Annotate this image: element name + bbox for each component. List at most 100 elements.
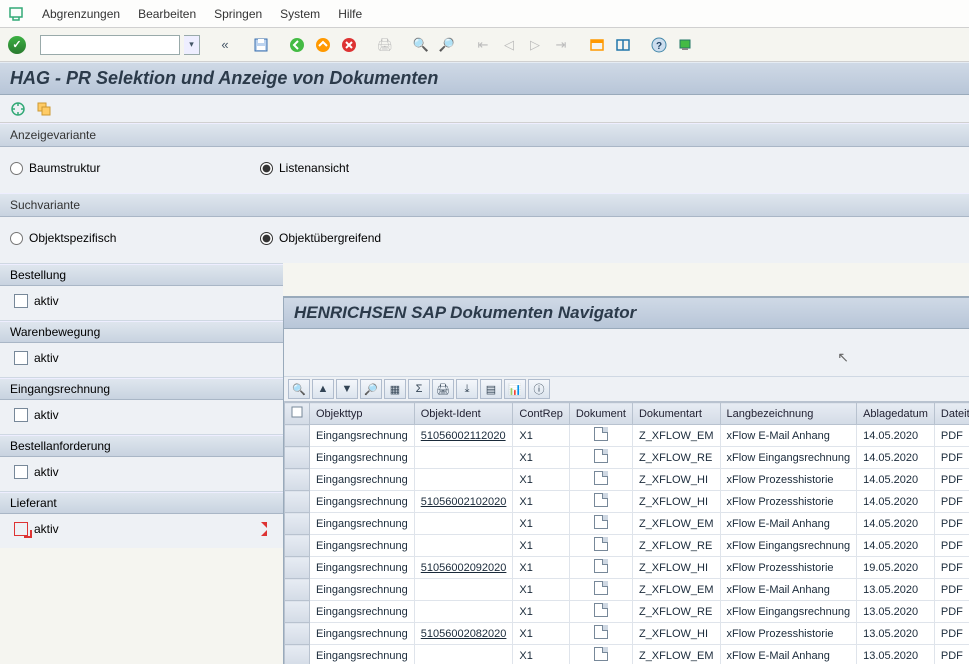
col-objekttyp[interactable]: Objekttyp: [310, 403, 415, 425]
navigator-grid[interactable]: Objekttyp Objekt-Ident ContRep Dokument …: [284, 402, 969, 664]
radio-objektuebergreifend-input[interactable]: [260, 232, 273, 245]
lieferant-header: Lieferant: [0, 492, 283, 514]
document-icon[interactable]: [594, 427, 608, 441]
anzeigevariante-header: Anzeigevariante: [0, 123, 969, 147]
back-icon[interactable]: «: [214, 34, 236, 56]
layout-icon[interactable]: [612, 34, 634, 56]
bestellanforderung-aktiv-checkbox[interactable]: [14, 465, 28, 479]
navigator-title: HENRICHSEN SAP Dokumenten Navigator: [284, 298, 969, 329]
nav-filter-icon[interactable]: ▦: [384, 379, 406, 399]
table-row[interactable]: EingangsrechnungX1Z_XFLOW_RExFlow Eingan…: [285, 447, 969, 469]
document-icon[interactable]: [594, 493, 608, 507]
app-menu-icon[interactable]: [8, 6, 24, 22]
document-icon[interactable]: [594, 581, 608, 595]
radio-objektspezifisch-label: Objektspezifisch: [29, 231, 116, 245]
bestellanforderung-aktiv-label: aktiv: [34, 465, 59, 479]
menu-hilfe[interactable]: Hilfe: [338, 7, 362, 21]
nav-sort-desc-icon[interactable]: ▼: [336, 379, 358, 399]
col-langbezeichnung[interactable]: Langbezeichnung: [720, 403, 857, 425]
radio-objektuebergreifend[interactable]: Objektübergreifend: [260, 231, 480, 245]
menu-bar: Abgrenzungen Bearbeiten Springen System …: [0, 0, 969, 28]
table-row[interactable]: EingangsrechnungX1Z_XFLOW_RExFlow Eingan…: [285, 601, 969, 623]
nav-sum-icon[interactable]: Σ: [408, 379, 430, 399]
col-contrep[interactable]: ContRep: [513, 403, 569, 425]
app-toolbar: [0, 95, 969, 123]
radio-baumstruktur-label: Baumstruktur: [29, 161, 100, 175]
document-icon[interactable]: [594, 471, 608, 485]
bestellung-header: Bestellung: [0, 264, 283, 286]
col-dokument[interactable]: Dokument: [569, 403, 632, 425]
bestellung-aktiv-checkbox[interactable]: [14, 294, 28, 308]
command-field[interactable]: [40, 35, 180, 55]
eingangsrechnung-aktiv-label: aktiv: [34, 408, 59, 422]
nav-details-icon[interactable]: 🔍: [288, 379, 310, 399]
table-row[interactable]: EingangsrechnungX1Z_XFLOW_HIxFlow Prozes…: [285, 469, 969, 491]
new-session-icon[interactable]: [586, 34, 608, 56]
table-row[interactable]: EingangsrechnungX1Z_XFLOW_EMxFlow E-Mail…: [285, 513, 969, 535]
col-dateityp[interactable]: Dateityp: [934, 403, 969, 425]
radio-listenansicht-input[interactable]: [260, 162, 273, 175]
lieferant-required-icon: [253, 522, 267, 536]
menu-system[interactable]: System: [280, 7, 320, 21]
nav-find-icon[interactable]: 🔎: [360, 379, 382, 399]
radio-baumstruktur[interactable]: Baumstruktur: [10, 161, 230, 175]
navigator-toolbar: 🔍 ▲ ▼ 🔎 ▦ Σ 🖨 ⤓ ▤ 📊 ⓘ: [284, 377, 969, 402]
document-icon[interactable]: [594, 449, 608, 463]
col-objekt-ident[interactable]: Objekt-Ident: [414, 403, 513, 425]
radio-listenansicht-label: Listenansicht: [279, 161, 349, 175]
nav-export-icon[interactable]: ⤓: [456, 379, 478, 399]
prev-page-icon: ◁: [498, 34, 520, 56]
radio-objektspezifisch[interactable]: Objektspezifisch: [10, 231, 230, 245]
enter-button[interactable]: ✓: [8, 36, 26, 54]
radio-listenansicht[interactable]: Listenansicht: [260, 161, 480, 175]
nav-info-icon[interactable]: ⓘ: [528, 379, 550, 399]
command-dropdown[interactable]: ▾: [184, 35, 200, 55]
col-ablagedatum[interactable]: Ablagedatum: [857, 403, 935, 425]
find-icon: 🔍: [410, 34, 432, 56]
find-next-icon: 🔎: [436, 34, 458, 56]
warenbewegung-aktiv-checkbox[interactable]: [14, 351, 28, 365]
table-row[interactable]: Eingangsrechnung51056002112020X1Z_XFLOW_…: [285, 425, 969, 447]
save-icon[interactable]: [250, 34, 272, 56]
bestellung-aktiv-label: aktiv: [34, 294, 59, 308]
table-row[interactable]: Eingangsrechnung51056002082020X1Z_XFLOW_…: [285, 623, 969, 645]
document-icon[interactable]: [594, 625, 608, 639]
table-row[interactable]: EingangsrechnungX1Z_XFLOW_EMxFlow E-Mail…: [285, 579, 969, 601]
grid-header-row: Objekttyp Objekt-Ident ContRep Dokument …: [285, 403, 969, 425]
lieferant-aktiv-label: aktiv: [34, 522, 59, 536]
nav-layout-icon[interactable]: ▤: [480, 379, 502, 399]
document-icon[interactable]: [594, 603, 608, 617]
table-row[interactable]: EingangsrechnungX1Z_XFLOW_EMxFlow E-Mail…: [285, 645, 969, 664]
radio-baumstruktur-input[interactable]: [10, 162, 23, 175]
back-green-icon[interactable]: [286, 34, 308, 56]
svg-text:?: ?: [656, 41, 662, 52]
col-dokumentart[interactable]: Dokumentart: [632, 403, 720, 425]
menu-bearbeiten[interactable]: Bearbeiten: [138, 7, 196, 21]
table-row[interactable]: Eingangsrechnung51056002102020X1Z_XFLOW_…: [285, 491, 969, 513]
variants-icon[interactable]: [34, 99, 54, 119]
eingangsrechnung-aktiv-checkbox[interactable]: [14, 408, 28, 422]
menu-springen[interactable]: Springen: [214, 7, 262, 21]
up-orange-icon[interactable]: [312, 34, 334, 56]
nav-graphic-icon[interactable]: 📊: [504, 379, 526, 399]
help-icon[interactable]: ?: [648, 34, 670, 56]
document-icon[interactable]: [594, 647, 608, 661]
document-icon[interactable]: [594, 537, 608, 551]
menu-abgrenzungen[interactable]: Abgrenzungen: [42, 7, 120, 21]
cancel-red-icon[interactable]: [338, 34, 360, 56]
next-page-icon: ▷: [524, 34, 546, 56]
lieferant-aktiv-checkbox[interactable]: [14, 522, 28, 536]
execute-icon[interactable]: [8, 99, 28, 119]
first-page-icon: ⇤: [472, 34, 494, 56]
document-icon[interactable]: [594, 559, 608, 573]
radio-objektspezifisch-input[interactable]: [10, 232, 23, 245]
document-icon[interactable]: [594, 515, 608, 529]
nav-sort-asc-icon[interactable]: ▲: [312, 379, 334, 399]
grid-select-all[interactable]: [285, 403, 310, 425]
table-row[interactable]: EingangsrechnungX1Z_XFLOW_RExFlow Eingan…: [285, 535, 969, 557]
customize-icon[interactable]: [674, 34, 696, 56]
cursor-icon: ↖: [837, 349, 849, 366]
main-toolbar: ✓ ▾ « 🖨 🔍 🔎 ⇤ ◁ ▷ ⇥ ?: [0, 28, 969, 62]
nav-print-icon[interactable]: 🖨: [432, 379, 454, 399]
table-row[interactable]: Eingangsrechnung51056002092020X1Z_XFLOW_…: [285, 557, 969, 579]
